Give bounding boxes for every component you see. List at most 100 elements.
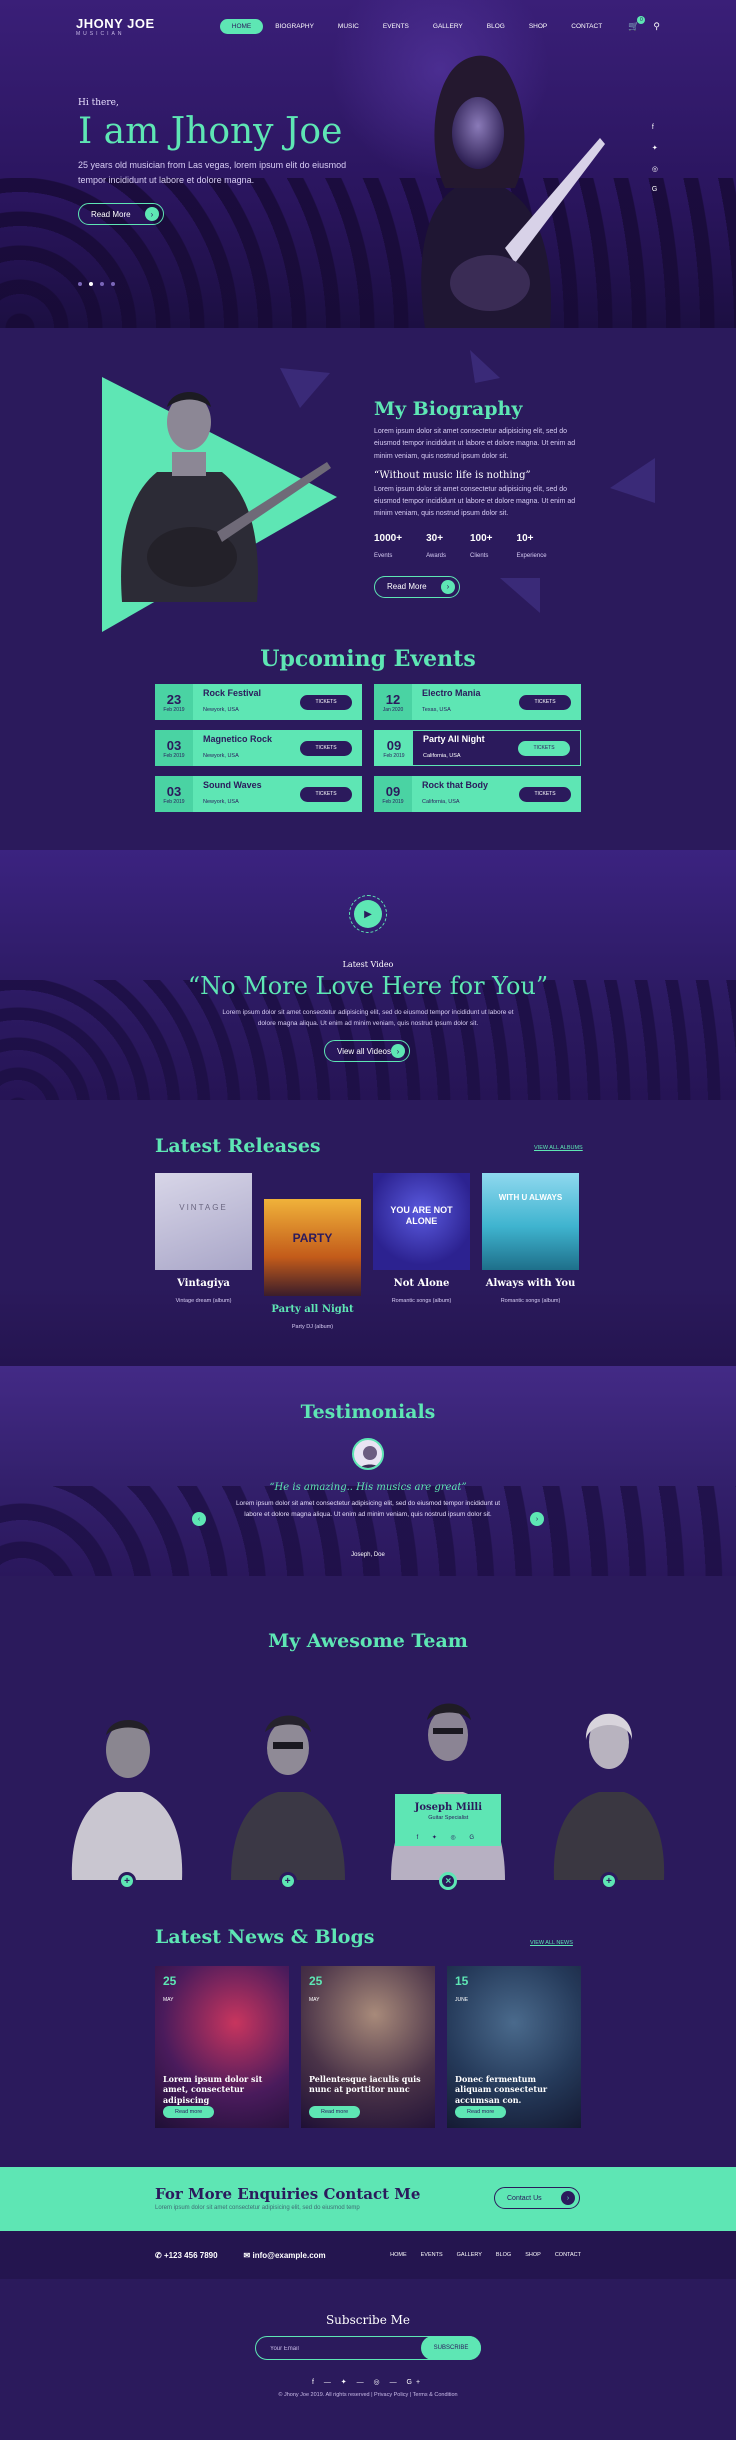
cart-icon[interactable]: 🛒 0	[628, 15, 646, 32]
biography-paragraph-2: Lorem ipsum dolor sit amet consectetur a…	[374, 485, 576, 518]
footer: Subscribe Me SUBSCRIBE f — ✦ — ◎ — G+ © …	[0, 2279, 736, 2440]
events-title: Upcoming Events	[260, 646, 476, 672]
event-card: 12 Jan 2020 Electro Mania Texas, USA TICKE…	[374, 684, 581, 720]
album-card[interactable]: WITH U ALWAYS Always with You Romantic s…	[482, 1173, 579, 1333]
latest-video-section: ▶ Latest Video “No More Love Here for Yo…	[0, 850, 736, 1100]
prev-arrow-icon[interactable]: ‹	[192, 1512, 206, 1526]
team-list: + + Joseph Milli Guitar Specialist f ✦ ◎…	[62, 1680, 674, 1890]
album-card[interactable]: YOU ARE NOT ALONE Not Alone Romantic son…	[373, 1173, 470, 1333]
album-cover: VINTAGE	[155, 1173, 252, 1270]
tickets-button[interactable]: TICKETS	[519, 694, 571, 710]
play-video-button[interactable]: ▶	[349, 895, 387, 933]
nav-biography[interactable]: BIOGRAPHY	[263, 19, 326, 34]
read-more-button[interactable]: Read more	[309, 2106, 361, 2118]
tickets-button[interactable]: TICKETS	[518, 740, 570, 756]
email-input[interactable]	[256, 2338, 406, 2360]
album-card[interactable]: PARTY Party all Night Party DJ (album)	[264, 1199, 361, 1333]
tickets-button[interactable]: TICKETS	[300, 694, 352, 710]
email-info[interactable]: ✉ info@example.com	[244, 2251, 326, 2260]
news-title: Latest News & Blogs	[155, 1926, 375, 1948]
read-more-button[interactable]: Read more	[163, 2106, 215, 2118]
read-more-button[interactable]: Read more	[455, 2106, 507, 2118]
view-all-albums-link[interactable]: VIEW ALL ALBUMS	[534, 1145, 583, 1151]
view-all-videos-button[interactable]: View all Videos ›	[324, 1040, 410, 1062]
news-card[interactable]: 25 MAY Lorem ipsum dolor sit amet, consec…	[155, 1966, 289, 2128]
footer-social-icons[interactable]: f — ✦ — ◎ — G+	[0, 2378, 736, 2386]
slider-dot[interactable]	[100, 282, 104, 286]
album-name: Party all Night	[271, 1304, 354, 1315]
nav-blog[interactable]: BLOG	[475, 19, 517, 34]
event-day: 03	[166, 737, 182, 753]
team-plus-button[interactable]: +	[278, 1872, 297, 1890]
event-name: Electro Mania	[422, 688, 481, 698]
stat-value: 10+	[516, 532, 534, 544]
hero-read-more-button[interactable]: Read More ›	[78, 203, 164, 226]
avatar-icon	[359, 1446, 381, 1468]
team-member-social-icons[interactable]: f ✦ ◎ G	[417, 1835, 481, 1841]
tickets-button[interactable]: TICKETS	[300, 740, 352, 756]
nav-shop[interactable]: SHOP	[517, 19, 559, 34]
slider-dot[interactable]	[111, 282, 115, 286]
album-card[interactable]: VINTAGE Vintagiya Vintage dream (album)	[155, 1173, 252, 1333]
hero-read-more-label: Read More	[91, 209, 131, 219]
nav-home[interactable]: HOME	[219, 18, 264, 34]
nav-gallery[interactable]: GALLERY	[421, 19, 475, 34]
next-arrow-icon[interactable]: ›	[530, 1512, 544, 1526]
album-cover: WITH U ALWAYS	[482, 1173, 579, 1270]
news-headline: Lorem ipsum dolor sit amet, consectetur …	[163, 2074, 263, 2105]
event-month: Feb 2019	[382, 798, 404, 805]
stat-label: Events	[374, 552, 393, 559]
tickets-button[interactable]: TICKETS	[300, 786, 352, 802]
nav-contact[interactable]: CONTACT	[559, 19, 614, 34]
biography-read-more-button[interactable]: Read More ›	[374, 575, 460, 598]
view-all-news-link[interactable]: VIEW ALL NEWS	[530, 1940, 573, 1946]
event-card-highlighted: 09 Feb 2019 Party All Night California, US…	[374, 730, 581, 766]
news-list: 25 MAY Lorem ipsum dolor sit amet, consec…	[155, 1966, 581, 2128]
contact-us-button[interactable]: Contact Us ›	[494, 2187, 580, 2209]
hero-description: 25 years old musician from Las vegas, lo…	[78, 159, 347, 186]
news-month: MAY	[163, 1997, 174, 2003]
footer-nav-events[interactable]: EVENTS	[421, 2252, 443, 2258]
google-plus-icon[interactable]: G	[652, 186, 658, 193]
nav-events[interactable]: EVENTS	[371, 19, 421, 34]
news-date: 15 JUNE	[455, 1974, 468, 2006]
copyright: © Jhony Joe 2019. All rights reserved | …	[278, 2392, 458, 2398]
event-place: Newyork, USA	[203, 753, 239, 759]
news-card[interactable]: 25 MAY Pellentesque iaculis quis nunc at …	[301, 1966, 435, 2128]
cover-text: YOU ARE NOT ALONE	[390, 1205, 453, 1226]
event-date: 09 Feb 2019	[374, 776, 412, 812]
arrow-right-icon: ›	[391, 1044, 405, 1058]
contact-us-label: Contact Us	[507, 2194, 542, 2202]
instagram-icon[interactable]: ◎	[652, 165, 658, 173]
team-member-card: Joseph Milli Guitar Specialist f ✦ ◎ G	[395, 1794, 502, 1846]
footer-nav-gallery[interactable]: GALLERY	[457, 2252, 482, 2258]
facebook-icon[interactable]: f	[652, 124, 658, 131]
cart-badge: 0	[637, 15, 646, 24]
news-card[interactable]: 15 JUNE Donec fermentum aliquam consectet…	[447, 1966, 581, 2128]
stat-label: Clients	[470, 552, 489, 559]
team-member-photo	[553, 1713, 665, 1880]
event-day: 12	[385, 691, 401, 707]
subscribe-button[interactable]: SUBSCRIBE	[421, 2336, 481, 2360]
news-day: 25	[309, 1974, 323, 1988]
cover-text: VINTAGE	[179, 1203, 228, 1212]
search-icon[interactable]: ⚲	[653, 21, 660, 32]
footer-nav-blog[interactable]: BLOG	[496, 2252, 511, 2258]
phone-info[interactable]: ✆ +123 456 7890	[155, 2251, 218, 2260]
footer-nav-home[interactable]: HOME	[390, 2252, 407, 2258]
nav-music[interactable]: MUSIC	[326, 19, 371, 34]
tickets-button[interactable]: TICKETS	[519, 786, 571, 802]
hero-greeting: Hi there,	[78, 98, 119, 108]
stat-experience: 10+ Experience	[517, 533, 547, 562]
slider-dot[interactable]	[78, 282, 82, 286]
team-plus-button[interactable]: +	[118, 1872, 136, 1890]
team-plus-button[interactable]: +	[599, 1872, 618, 1890]
hero-guitarist-image	[421, 55, 605, 328]
slider-dot-active[interactable]	[89, 282, 93, 286]
footer-nav-contact[interactable]: CONTACT	[555, 2252, 581, 2258]
footer-nav-shop[interactable]: SHOP	[525, 2252, 541, 2258]
news-date: 25 MAY	[309, 1974, 322, 2006]
twitter-icon[interactable]: ✦	[652, 144, 658, 152]
team-member: +	[62, 1680, 192, 1890]
logo[interactable]: JHONY JOE MUSICIAN	[76, 16, 155, 37]
